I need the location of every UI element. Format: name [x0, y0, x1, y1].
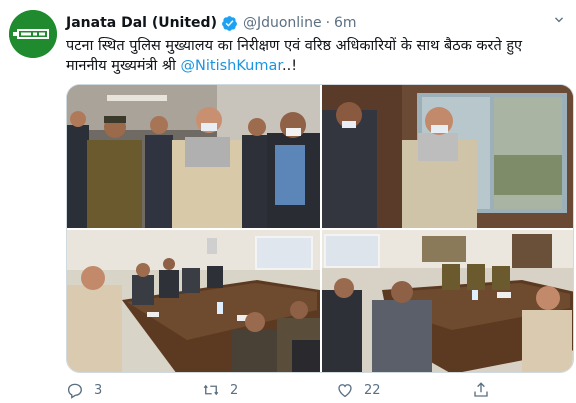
photo-4[interactable]	[322, 230, 573, 372]
mention-link[interactable]: @NitishKumar	[181, 58, 282, 74]
heart-icon	[338, 384, 352, 398]
photo-1[interactable]	[67, 85, 320, 228]
tweet-text-line-2: माननीय मुख्यमंत्री श्री @NitishKumar..!	[66, 56, 572, 76]
verified-badge-icon	[221, 15, 238, 32]
like-count: 22	[364, 382, 381, 398]
retweet-count: 2	[230, 382, 239, 398]
separator-dot: ·	[325, 15, 331, 31]
share-button[interactable]	[472, 380, 490, 400]
party-logo-icon	[9, 10, 57, 58]
tweet-time[interactable]: 6m	[334, 15, 357, 31]
chevron-down-icon[interactable]	[550, 11, 568, 29]
reply-count: 3	[94, 382, 103, 398]
tweet[interactable]: Janata Dal (United) @Jduonline · 6m पटना…	[0, 0, 576, 403]
author-handle[interactable]: @Jduonline	[243, 15, 322, 31]
avatar[interactable]	[9, 10, 57, 58]
media-grid	[66, 84, 574, 373]
tweet-text-suffix: ..!	[281, 58, 298, 74]
like-button[interactable]: 22	[336, 380, 381, 400]
tweet-text-prefix: माननीय मुख्यमंत्री श्री	[66, 58, 181, 74]
tweet-header: Janata Dal (United) @Jduonline · 6m	[66, 13, 576, 33]
retweet-button[interactable]: 2	[202, 380, 238, 400]
reply-button[interactable]: 3	[66, 380, 102, 400]
reply-icon	[67, 383, 82, 399]
photo-3[interactable]	[67, 230, 320, 372]
tweet-text: पटना स्थित पुलिस मुख्यालय का निरीक्षण एव…	[66, 36, 572, 76]
retweet-icon	[203, 384, 219, 396]
tweet-text-line-1: पटना स्थित पुलिस मुख्यालय का निरीक्षण एव…	[66, 38, 523, 54]
photo-2[interactable]	[322, 85, 573, 228]
share-icon	[474, 382, 488, 397]
author-name[interactable]: Janata Dal (United)	[66, 15, 217, 31]
action-bar: 3 2 22	[66, 380, 572, 400]
